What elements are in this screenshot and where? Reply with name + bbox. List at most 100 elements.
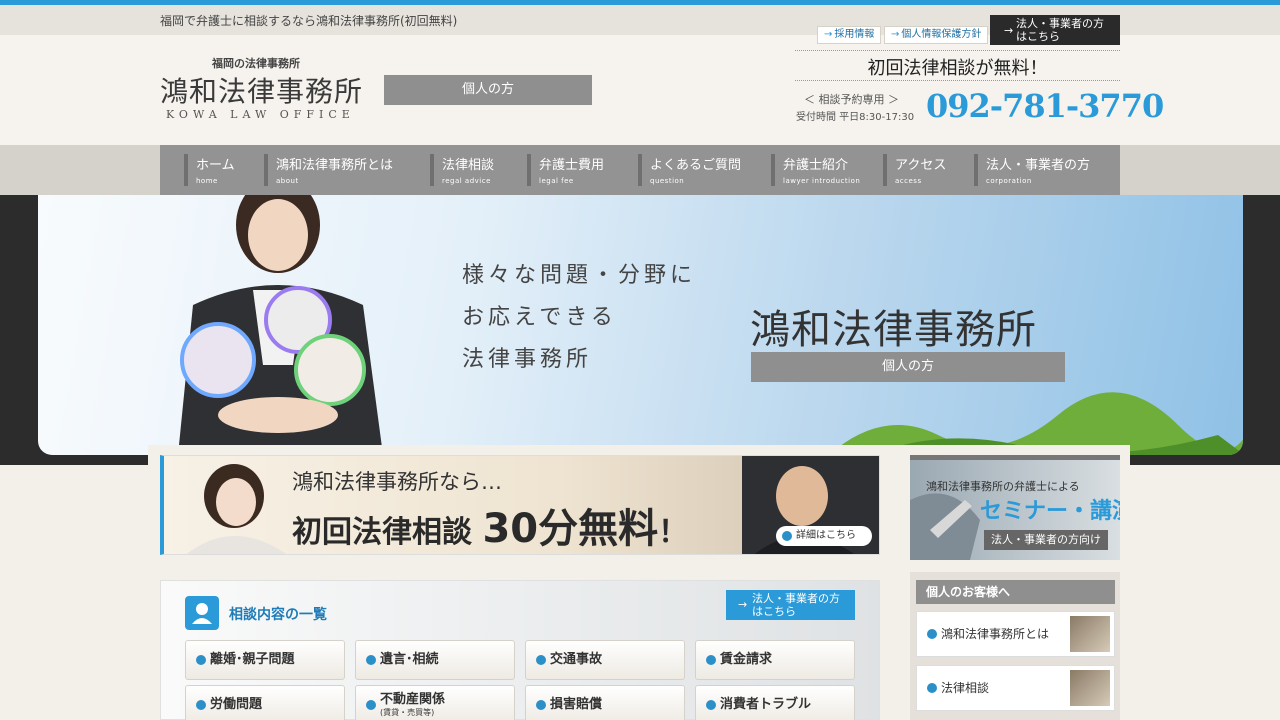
- consult-title: 相談内容の一覧: [229, 607, 327, 623]
- banner-line2-post: ！: [658, 515, 689, 550]
- divider: [795, 50, 1120, 51]
- banner-line2: 初回法律相談 30分無料！: [292, 496, 688, 554]
- consult-inheritance-button[interactable]: 遺言･相続: [355, 640, 515, 680]
- consult-labor-button[interactable]: 労働問題: [185, 685, 345, 720]
- hero-copy-line: 法律事務所: [462, 347, 593, 372]
- nav-label: 弁護士費用: [539, 158, 605, 173]
- staff-photo: [186, 464, 287, 554]
- lawyer-photo: [178, 195, 383, 455]
- seminar-line3: 法人・事業者の方向け: [984, 530, 1108, 550]
- sidebar-item-label: 法律相談: [941, 681, 990, 695]
- arrow-right-icon: →: [1004, 24, 1014, 37]
- bullet-icon: [927, 683, 937, 693]
- nav-corporation[interactable]: 法人・事業者の方 corporation: [974, 154, 1090, 186]
- nav-sublabel: regal advice: [442, 177, 491, 185]
- bullet-icon: [782, 531, 792, 541]
- consult-traffic-accident-button[interactable]: 交通事故: [525, 640, 685, 680]
- consult-button-label: 交通事故: [550, 652, 603, 667]
- consult-consumer-trouble-button[interactable]: 消費者トラブル: [695, 685, 855, 720]
- banner-line2-big: 30分無料: [482, 506, 659, 552]
- nav-legal-fee[interactable]: 弁護士費用 legal fee: [527, 154, 604, 186]
- consult-button-label: 離婚･親子問題: [210, 652, 295, 667]
- thumbnail-image: [1070, 670, 1110, 706]
- privacy-policy-link[interactable]: → 個人情報保護方針: [884, 26, 989, 44]
- nav-label: よくあるご質問: [650, 158, 742, 173]
- arrow-right-icon: →: [824, 29, 833, 40]
- seminar-line1: 鴻和法律事務所の弁護士による: [926, 480, 1080, 493]
- sidebar-item-about[interactable]: 鴻和法律事務所とは: [916, 611, 1115, 657]
- sidebar-item-legal-advice[interactable]: 法律相談: [916, 665, 1115, 711]
- banner-line2-pre: 初回法律相談: [292, 515, 483, 550]
- consult-button-label: 不動産関係: [380, 692, 446, 707]
- nav-about[interactable]: 鴻和法律事務所とは about: [264, 154, 393, 186]
- nav-sublabel: question: [650, 177, 685, 185]
- consult-real-estate-button[interactable]: 不動産関係 (賃貸・売買等): [355, 685, 515, 720]
- bullet-icon: [366, 700, 376, 710]
- bullet-icon: [706, 655, 716, 665]
- global-nav: ホーム home 鴻和法律事務所とは about 法律相談 regal advice …: [160, 145, 1120, 195]
- consult-button-label: 消費者トラブル: [720, 697, 812, 712]
- nav-label: アクセス: [895, 158, 947, 173]
- nav-faq[interactable]: よくあるご質問 question: [638, 154, 741, 186]
- divider: [795, 80, 1120, 81]
- recruit-link-label: 採用情報: [834, 29, 875, 40]
- nav-home[interactable]: ホーム home: [184, 154, 235, 186]
- banner-line1: 鴻和法律事務所なら…: [292, 470, 502, 494]
- consult-damages-button[interactable]: 損害賠償: [525, 685, 685, 720]
- bullet-icon: [536, 700, 546, 710]
- sidebar-heading: 個人のお客様へ: [916, 580, 1115, 604]
- seminar-line2: セミナー・講演: [980, 499, 1120, 524]
- nav-label: 鴻和法律事務所とは: [276, 158, 394, 173]
- corporate-link-line1: 法人・事業者の方: [1016, 17, 1104, 30]
- banner-detail-button[interactable]: 詳細はこちら: [776, 526, 872, 546]
- recruit-link[interactable]: → 採用情報: [817, 26, 882, 44]
- nav-label: 法律相談: [442, 158, 495, 173]
- logo[interactable]: 鴻和法律事務所: [160, 70, 363, 110]
- nav-sublabel: lawyer introduction: [783, 177, 861, 185]
- bullet-icon: [366, 655, 376, 665]
- corporate-link-top[interactable]: → 法人・事業者の方 はこちら: [990, 15, 1120, 45]
- corporate-link-line1: 法人・事業者の方: [752, 592, 840, 605]
- hero-copy-line: お応えできる: [462, 305, 617, 330]
- consult-button-label: 損害賠償: [550, 697, 603, 712]
- nav-lawyers[interactable]: 弁護士紹介 lawyer introduction: [771, 154, 860, 186]
- banner-detail-label: 詳細はこちら: [796, 530, 856, 541]
- consult-button-label: 賃金請求: [720, 652, 773, 667]
- nav-label: 法人・事業者の方: [986, 158, 1091, 173]
- bullet-icon: [196, 700, 206, 710]
- nav-label: ホーム: [196, 158, 235, 173]
- free-consult-text: 初回法律相談が無料！: [867, 58, 1048, 79]
- bullet-icon: [706, 700, 716, 710]
- hero-banner: 様々な問題・分野に お応えできる 法律事務所 鴻和法律事務所 個人の方: [38, 195, 1243, 455]
- seminar-banner[interactable]: 鴻和法律事務所の弁護士による セミナー・講演 法人・事業者の方向け: [910, 455, 1120, 560]
- reservation-text: 相談予約専用: [818, 93, 885, 106]
- logo-subtitle: 福岡の法律事務所: [212, 57, 300, 70]
- bullet-icon: [927, 629, 937, 639]
- consult-button-label: 遺言･相続: [380, 652, 439, 667]
- thumbnail-image: [1070, 616, 1110, 652]
- arrow-right-icon: →: [738, 598, 748, 611]
- phone-number[interactable]: 092-781-3770: [926, 87, 1164, 125]
- logo-english: KOWA LAW OFFICE: [166, 108, 355, 121]
- site-tagline: 福岡で弁護士に相談するなら鴻和法律事務所(初回無料): [160, 14, 458, 28]
- office-hours: 受付時間 平日8:30-17:30: [796, 112, 915, 123]
- privacy-link-label: 個人情報保護方針: [901, 29, 982, 40]
- nav-legal-advice[interactable]: 法律相談 regal advice: [430, 154, 494, 186]
- nav-sublabel: about: [276, 177, 299, 185]
- seminar-photo: [910, 493, 980, 560]
- consult-button-label: 労働問題: [210, 697, 263, 712]
- nav-sublabel: legal fee: [539, 177, 574, 185]
- nav-access[interactable]: アクセス access: [883, 154, 946, 186]
- nav-label: 弁護士紹介: [783, 158, 849, 173]
- corporate-link-consult[interactable]: → 法人・事業者の方 はこちら: [726, 590, 855, 620]
- consult-button-sublabel: (賃貸・売買等): [380, 708, 435, 717]
- sidebar-item-label: 鴻和法律事務所とは: [941, 627, 1050, 641]
- nav-sublabel: home: [196, 177, 218, 185]
- free-consult-banner[interactable]: 鴻和法律事務所なら… 初回法律相談 30分無料！ 詳細はこちら: [160, 455, 880, 555]
- hero-title: 鴻和法律事務所: [750, 307, 1037, 353]
- bullet-icon: [536, 655, 546, 665]
- hero-copy: 様々な問題・分野に お応えできる 法律事務所: [462, 255, 696, 381]
- consult-wage-claim-button[interactable]: 賃金請求: [695, 640, 855, 680]
- consult-divorce-button[interactable]: 離婚･親子問題: [185, 640, 345, 680]
- hero-badge: 個人の方: [751, 352, 1065, 382]
